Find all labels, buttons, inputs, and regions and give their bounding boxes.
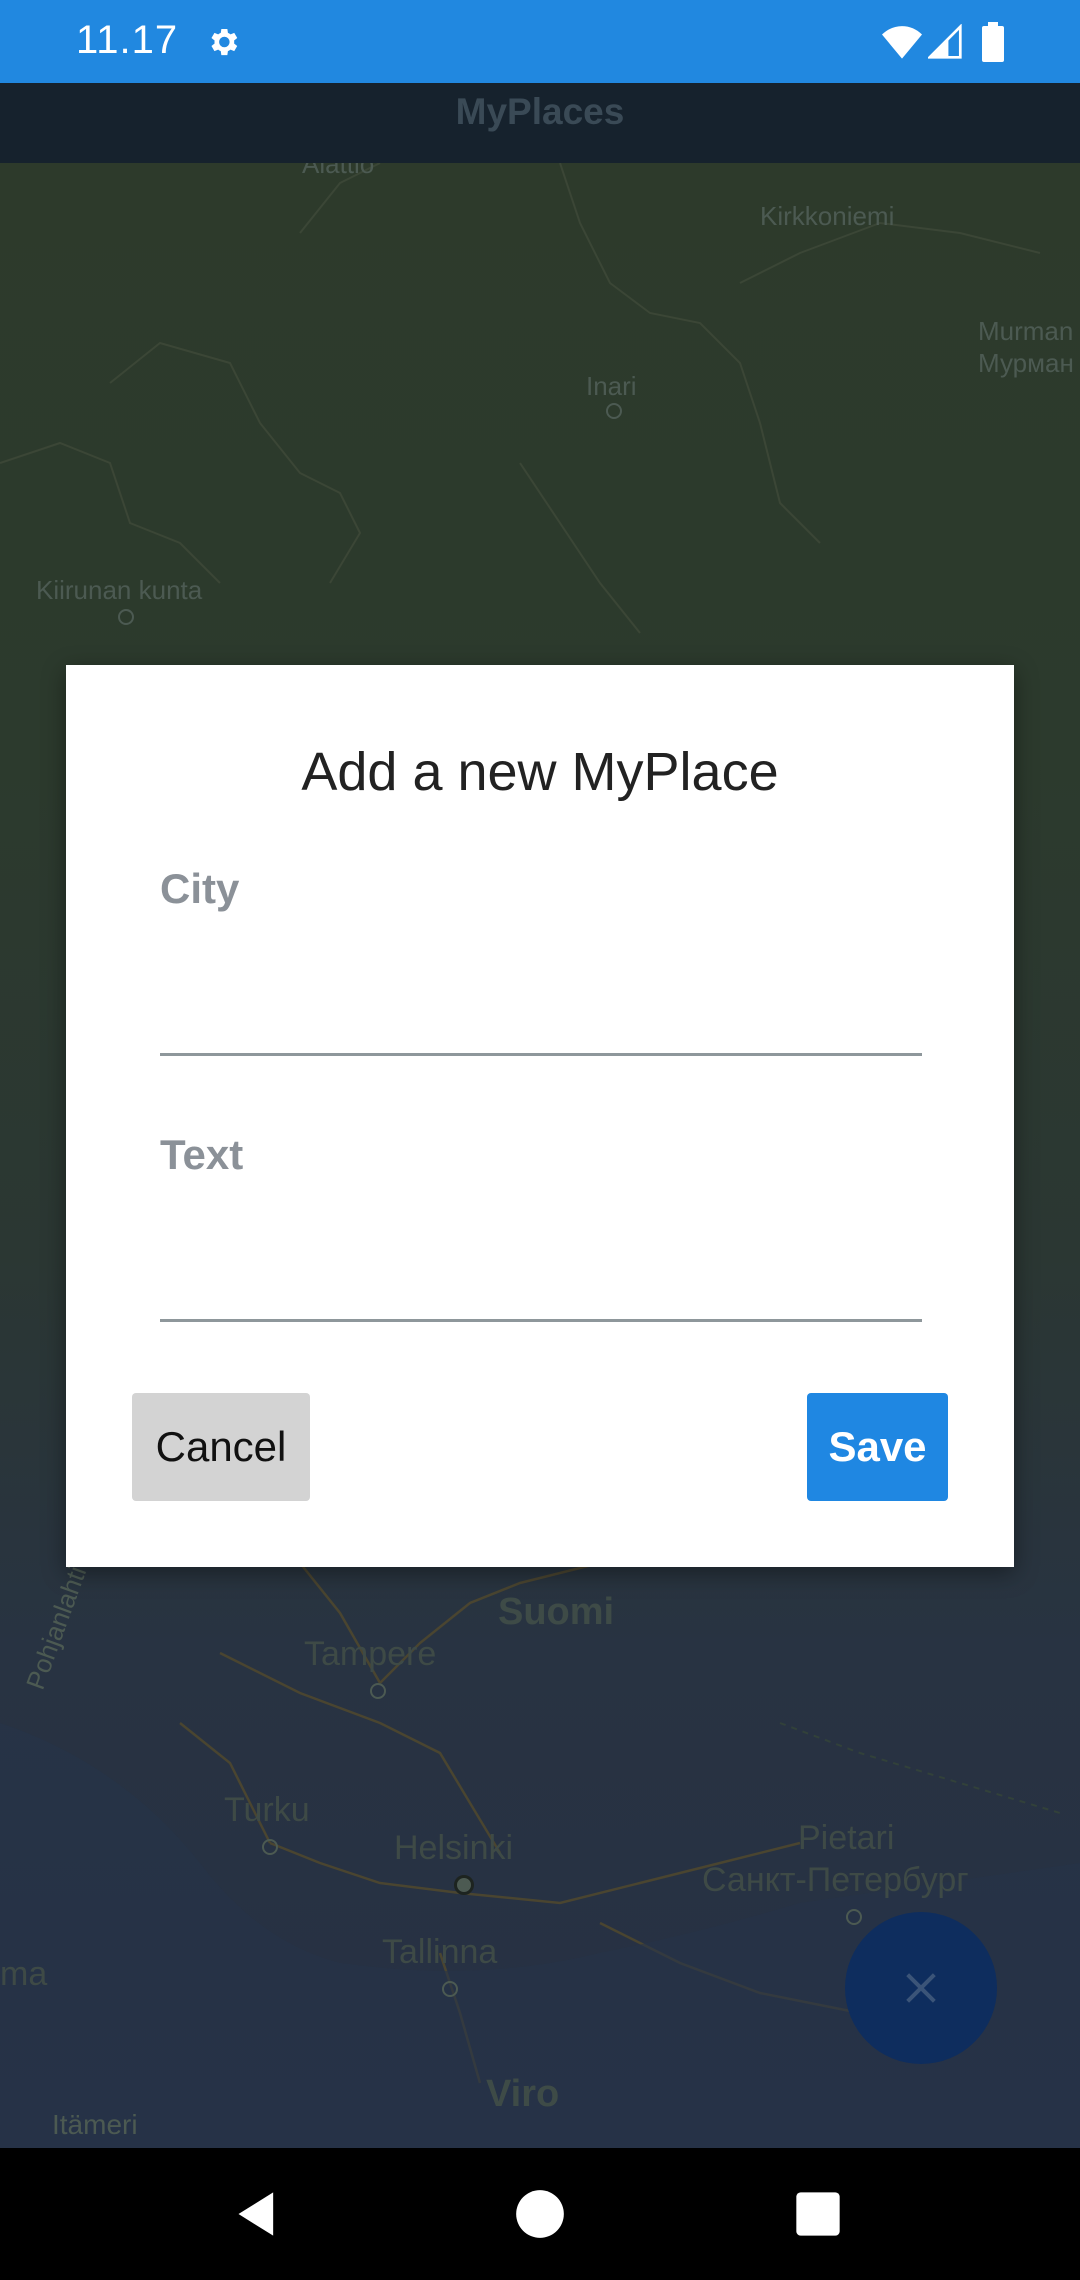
map-city-dot — [442, 1981, 458, 1997]
home-icon[interactable] — [514, 2188, 566, 2240]
back-icon[interactable] — [232, 2188, 284, 2240]
map-label: Pietari — [798, 1819, 895, 1857]
map-label: Inari — [586, 371, 637, 401]
map-label: Viro — [486, 2073, 560, 2115]
map-label: Turku — [224, 1791, 310, 1829]
map-city-dot — [262, 1839, 278, 1855]
map-city-dot — [454, 1875, 474, 1895]
map-label: Санкт-Петербург — [702, 1861, 969, 1899]
status-bar: 11.17 — [0, 0, 1080, 83]
map-label: ma — [0, 1955, 48, 1993]
add-place-dialog: Add a new MyPlace City Text Cancel Save — [66, 665, 1014, 1567]
settings-icon — [211, 28, 238, 56]
wifi-icon — [882, 26, 922, 59]
map-label: Kiirunan kunta — [36, 575, 203, 605]
map-label: Tallinna — [382, 1933, 498, 1971]
map-label: Tampere — [304, 1635, 437, 1673]
map-label: Murman Мурман — [978, 316, 1074, 378]
map-city-dot — [118, 609, 134, 625]
close-fab-button[interactable] — [845, 1912, 997, 2064]
signal-icon — [928, 24, 962, 59]
app-title: MyPlaces — [455, 91, 625, 132]
text-input[interactable] — [160, 1239, 922, 1322]
map-label: Itämeri — [52, 2109, 138, 2140]
system-nav-bar — [0, 2148, 1080, 2280]
battery-icon — [982, 22, 1004, 62]
map-label: Helsinki — [394, 1829, 514, 1867]
status-time: 11.17 — [76, 18, 179, 62]
dialog-title: Add a new MyPlace — [301, 742, 779, 802]
map-city-dot — [846, 1909, 862, 1925]
map-city-dot — [370, 1683, 386, 1699]
map-label: Kirkkoniemi — [760, 201, 895, 231]
city-input[interactable] — [160, 973, 922, 1056]
cancel-button[interactable]: Cancel — [132, 1393, 310, 1501]
map-label: Alattio — [302, 163, 375, 179]
map-label: Suomi — [498, 1591, 615, 1633]
text-label: Text — [160, 1131, 244, 1178]
app-bar: MyPlaces — [0, 83, 1080, 163]
recents-icon[interactable] — [792, 2188, 844, 2240]
save-button[interactable]: Save — [807, 1393, 948, 1501]
city-label: City — [160, 865, 240, 912]
map-city-dot — [606, 403, 622, 419]
close-icon — [906, 1973, 936, 2003]
